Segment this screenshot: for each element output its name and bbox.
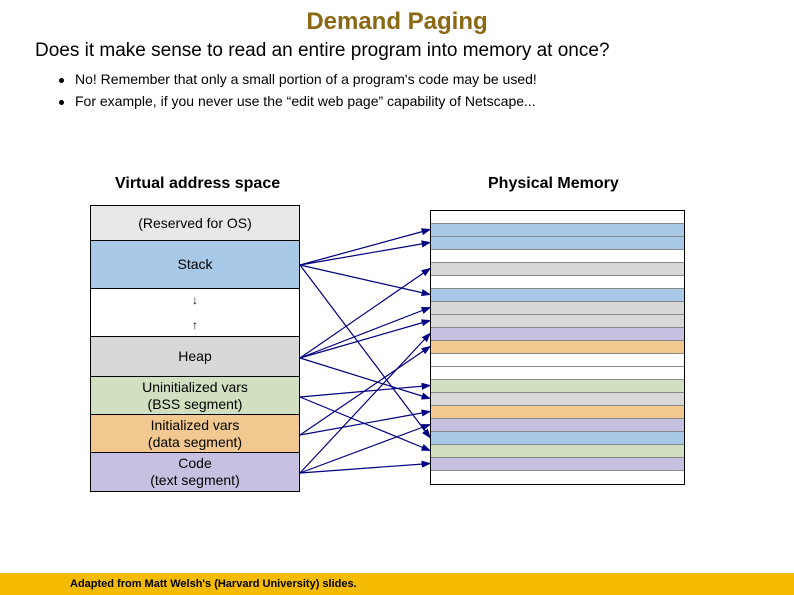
pmem-row xyxy=(431,445,684,458)
segment-code-line2: (text segment) xyxy=(150,472,239,489)
pmem-row xyxy=(431,367,684,380)
pmem-row xyxy=(431,419,684,432)
bullet-list: No! Remember that only a small portion o… xyxy=(0,68,794,112)
page-title: Demand Paging xyxy=(0,0,794,36)
segment-bss: Uninitialized vars (BSS segment) xyxy=(91,377,299,415)
bullet-item: No! Remember that only a small portion o… xyxy=(75,68,794,90)
pmem-label: Physical Memory xyxy=(488,175,619,193)
pmem-row xyxy=(431,302,684,315)
pmem-row xyxy=(431,224,684,237)
pmem-row xyxy=(431,354,684,367)
pmem-row xyxy=(431,432,684,445)
footer-text: Adapted from Matt Welsh's (Harvard Unive… xyxy=(70,578,357,590)
footer-bar: Adapted from Matt Welsh's (Harvard Unive… xyxy=(0,573,794,595)
segment-data-line1: Initialized vars xyxy=(151,417,240,434)
segment-gap: ↓ ↑ xyxy=(91,289,299,337)
segment-os: (Reserved for OS) xyxy=(91,206,299,241)
pmem-row xyxy=(431,328,684,341)
arrow-down-icon: ↓ xyxy=(192,293,198,307)
segment-code: Code (text segment) xyxy=(91,453,299,491)
pmem-row xyxy=(431,393,684,406)
pmem-row xyxy=(431,263,684,276)
segment-bss-line1: Uninitialized vars xyxy=(142,379,248,396)
segment-data-line2: (data segment) xyxy=(148,434,242,451)
arrow-up-icon: ↑ xyxy=(192,318,198,332)
segment-data: Initialized vars (data segment) xyxy=(91,415,299,453)
pmem-row xyxy=(431,250,684,263)
pmem-row xyxy=(431,458,684,471)
pmem-row xyxy=(431,341,684,354)
main-question: Does it make sense to read an entire pro… xyxy=(0,36,794,68)
vas-label: Virtual address space xyxy=(115,175,280,193)
segment-stack: Stack xyxy=(91,241,299,289)
pmem-row xyxy=(431,211,684,224)
segment-heap: Heap xyxy=(91,337,299,377)
pmem-row xyxy=(431,471,684,484)
pmem-row xyxy=(431,276,684,289)
pmem-row xyxy=(431,289,684,302)
physical-memory xyxy=(430,210,685,485)
segment-code-line1: Code xyxy=(178,455,211,472)
pmem-row xyxy=(431,237,684,250)
pmem-row xyxy=(431,406,684,419)
segment-bss-line2: (BSS segment) xyxy=(148,396,243,413)
pmem-row xyxy=(431,315,684,328)
virtual-address-space: (Reserved for OS) Stack ↓ ↑ Heap Uniniti… xyxy=(90,205,300,492)
pmem-row xyxy=(431,380,684,393)
bullet-item: For example, if you never use the “edit … xyxy=(75,90,794,112)
